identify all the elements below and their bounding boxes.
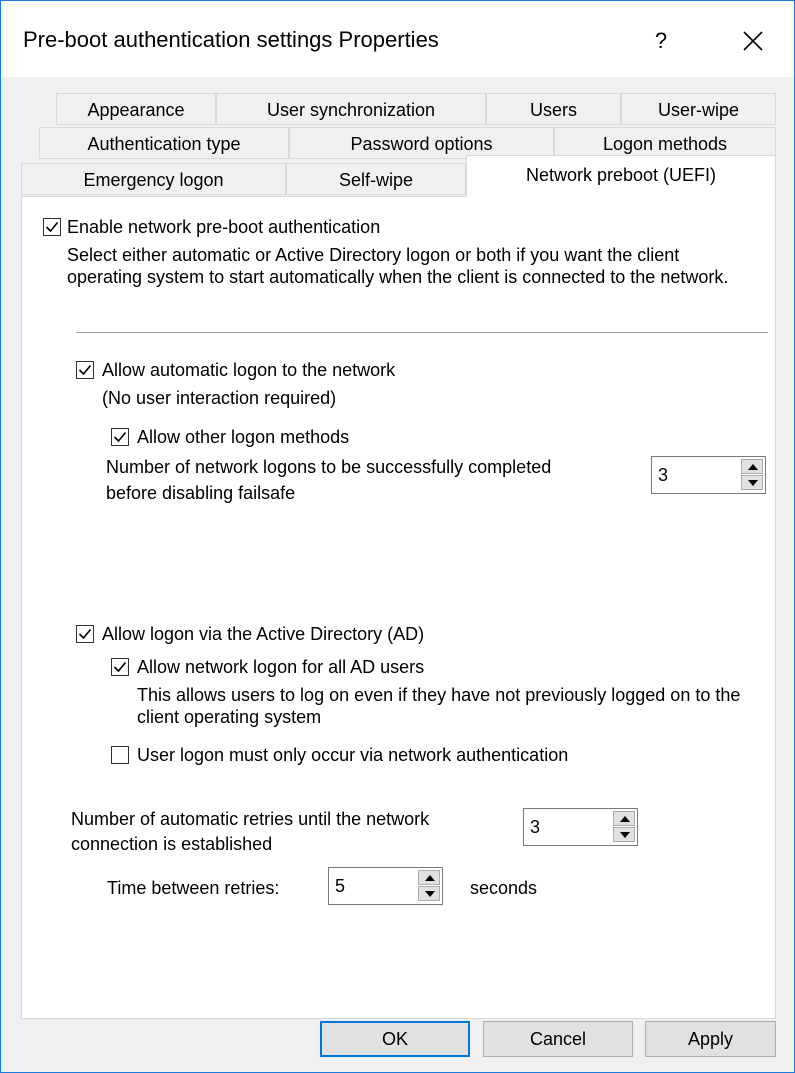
dialog-title: Pre-boot authentication settings Propert… [23, 27, 439, 52]
network-only-label: User logon must only occur via network a… [137, 745, 569, 765]
enable-network-description: Select either automatic or Active Direct… [67, 245, 729, 287]
time-between-up-button[interactable] [418, 870, 440, 885]
tab-user-wipe[interactable]: User-wipe [621, 93, 776, 125]
enable-network-checkbox[interactable] [43, 218, 61, 236]
failsafe-spin-buttons [741, 459, 763, 491]
enable-network-label: Enable network pre-boot authentication [67, 217, 381, 237]
tab-emergency-logon[interactable]: Emergency logon [21, 163, 286, 195]
ad-logon-checkbox[interactable] [76, 625, 94, 643]
auto-logon-label: Allow automatic logon to the network [102, 360, 396, 380]
seconds-unit-label: seconds [470, 878, 538, 898]
arrow-down-icon [748, 480, 758, 486]
ad-all-users-label: Allow network logon for all AD users [137, 657, 425, 677]
arrow-down-icon [620, 832, 630, 838]
failsafe-label-line1: Number of network logons to be successfu… [106, 457, 552, 477]
time-between-spin-buttons [418, 870, 440, 902]
time-between-input[interactable] [329, 868, 389, 904]
retries-input[interactable] [524, 809, 584, 845]
retries-label-line1: Number of automatic retries until the ne… [71, 809, 430, 829]
checkmark-icon [45, 221, 59, 233]
checkmark-icon [113, 661, 127, 673]
network-only-checkbox[interactable] [111, 746, 129, 764]
retries-spinbox[interactable] [523, 808, 638, 846]
arrow-down-icon [425, 891, 435, 897]
separator [76, 332, 768, 333]
failsafe-down-button[interactable] [741, 475, 763, 490]
retries-down-button[interactable] [613, 827, 635, 842]
time-between-down-button[interactable] [418, 886, 440, 901]
retries-up-button[interactable] [613, 811, 635, 826]
retries-spin-buttons [613, 811, 635, 843]
tab-appearance[interactable]: Appearance [56, 93, 216, 125]
tab-authentication-type[interactable]: Authentication type [39, 127, 289, 159]
time-between-spinbox[interactable] [328, 867, 443, 905]
tab-user-synchronization[interactable]: User synchronization [216, 93, 486, 125]
apply-button[interactable]: Apply [645, 1021, 776, 1057]
failsafe-label-line2: before disabling failsafe [106, 483, 296, 503]
retries-label-line2: connection is established [71, 834, 273, 854]
auto-logon-checkbox[interactable] [76, 361, 94, 379]
tab-network-preboot-uefi[interactable]: Network preboot (UEFI) [466, 155, 776, 197]
checkmark-icon [113, 431, 127, 443]
failsafe-input[interactable] [652, 457, 712, 493]
arrow-up-icon [748, 464, 758, 470]
auto-logon-note: (No user interaction required) [102, 388, 337, 408]
properties-dialog: Pre-boot authentication settings Propert… [0, 0, 795, 1073]
failsafe-spinbox[interactable] [651, 456, 766, 494]
other-logon-methods-label: Allow other logon methods [137, 427, 350, 447]
other-logon-methods-checkbox[interactable] [111, 428, 129, 446]
checkmark-icon [78, 628, 92, 640]
help-button[interactable]: ? [641, 23, 681, 59]
close-button[interactable] [731, 21, 775, 61]
cancel-button[interactable]: Cancel [483, 1021, 633, 1057]
tab-self-wipe[interactable]: Self-wipe [286, 163, 466, 195]
tab-users[interactable]: Users [486, 93, 621, 125]
ad-logon-label: Allow logon via the Active Directory (AD… [102, 624, 425, 644]
failsafe-up-button[interactable] [741, 459, 763, 474]
arrow-up-icon [620, 816, 630, 822]
ad-all-users-description: This allows users to log on even if they… [137, 685, 741, 727]
close-icon [743, 31, 763, 51]
ad-all-users-checkbox[interactable] [111, 658, 129, 676]
arrow-up-icon [425, 875, 435, 881]
time-between-label: Time between retries: [107, 878, 280, 898]
checkmark-icon [78, 364, 92, 376]
ok-button[interactable]: OK [320, 1021, 470, 1057]
title-bar: Pre-boot authentication settings Propert… [1, 1, 794, 77]
